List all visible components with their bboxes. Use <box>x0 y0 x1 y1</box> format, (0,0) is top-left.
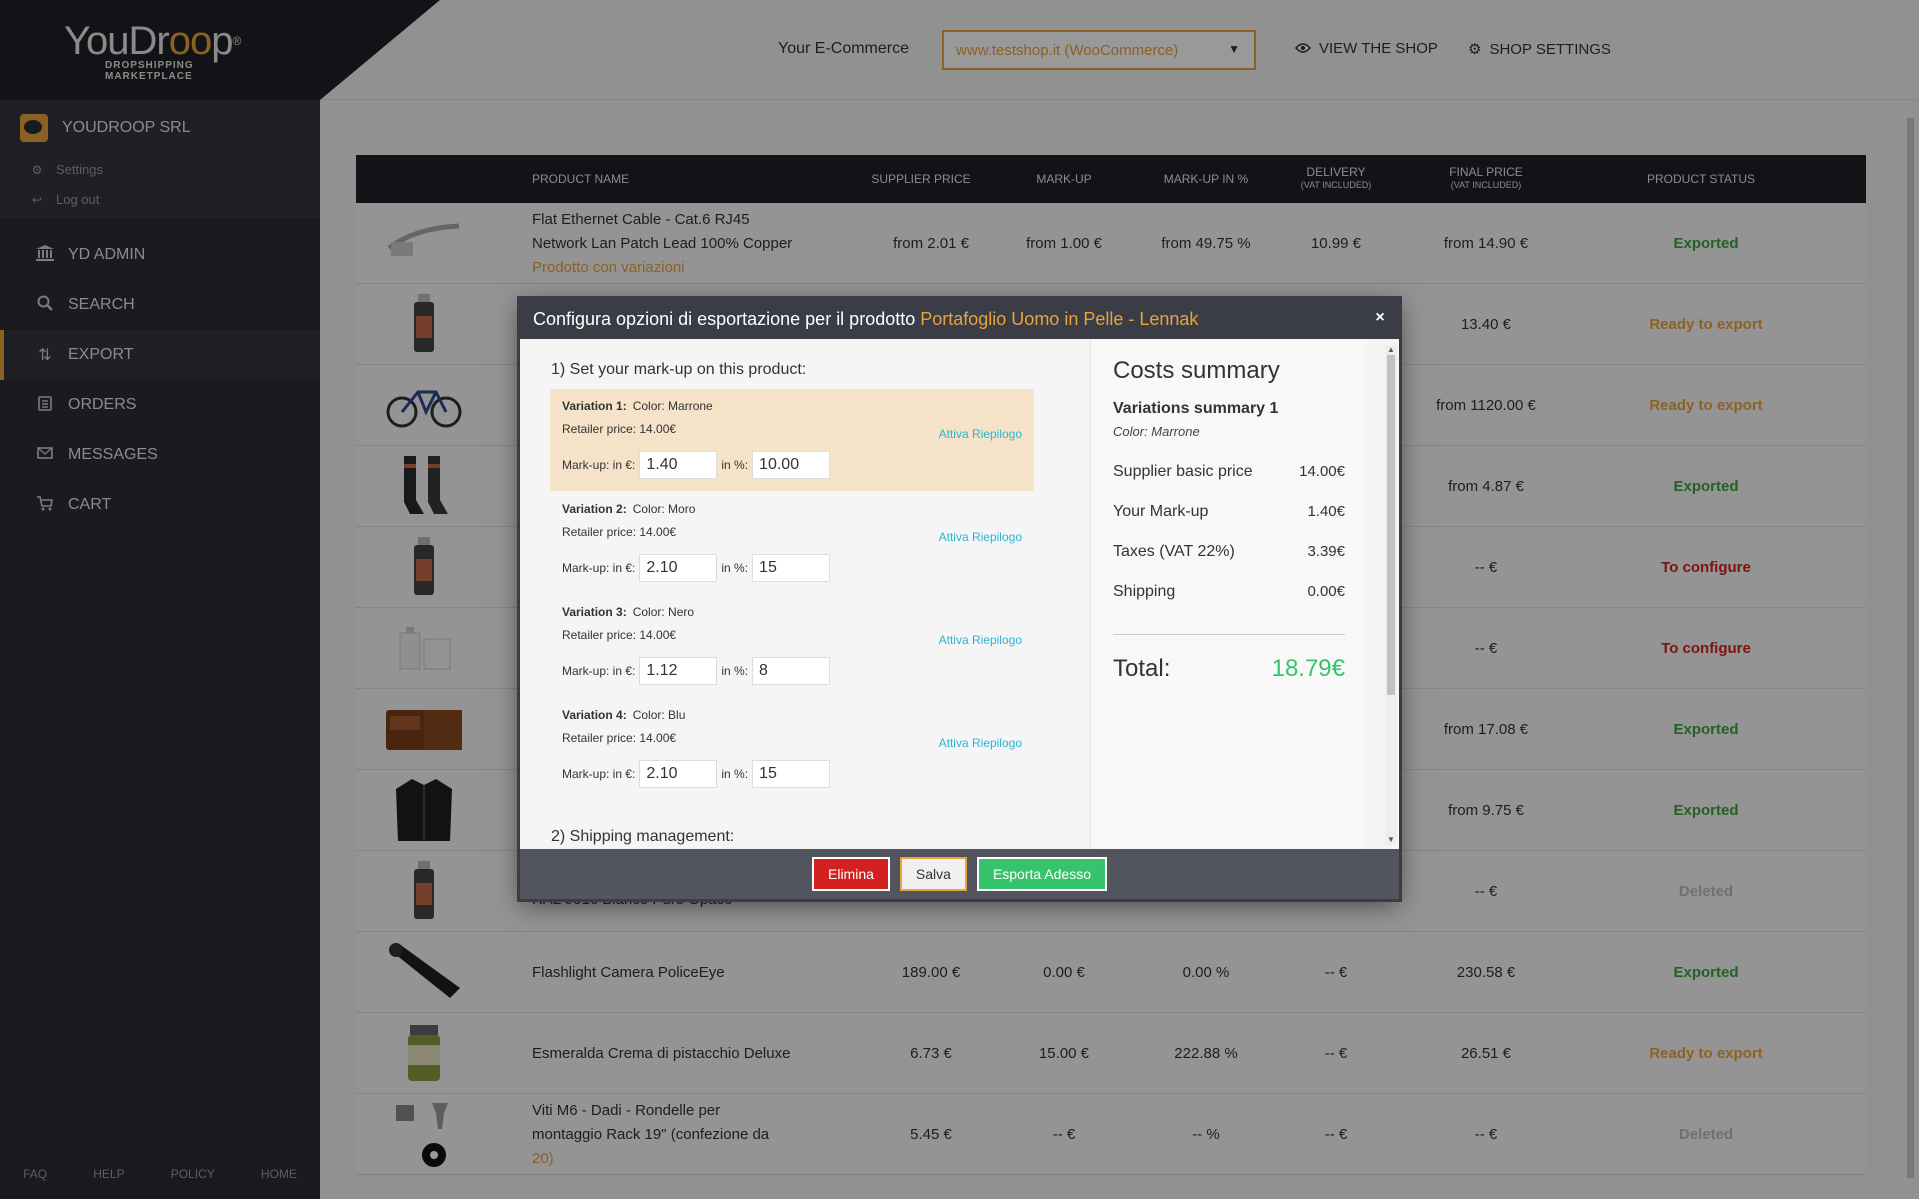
activate-summary-link[interactable]: Attiva Riepilogo <box>939 633 1022 647</box>
modal-footer: Elimina Salva Esporta Adesso <box>520 849 1399 899</box>
variation-block: Variation 3: Color: Nero Retailer price: 1… <box>550 595 1034 697</box>
summary-subtitle: Variations summary 1 <box>1113 400 1279 417</box>
modal-product-name: Portafoglio Uomo in Pelle - Lennak <box>920 308 1199 329</box>
section-markup-title: 1) Set your mark-up on this product: <box>551 361 807 378</box>
variation-title: Variation 4: Color: Blu <box>562 708 686 722</box>
markup-pct-label: in %: <box>721 458 749 472</box>
markup-input-row: Mark-up: in €: 2.10 in %: 15 <box>562 554 831 582</box>
scroll-down-icon[interactable]: ▼ <box>1385 835 1397 845</box>
scroll-thumb[interactable] <box>1387 355 1395 695</box>
variation-title: Variation 2: Color: Moro <box>562 502 696 516</box>
close-icon[interactable]: × <box>1371 309 1389 327</box>
export-options-modal: Configura opzioni di esportazione per il… <box>520 299 1399 899</box>
variation-title: Variation 1: Color: Marrone <box>562 399 713 413</box>
markup-pct-label: in %: <box>721 664 749 678</box>
markup-eur-label: Mark-up: in €: <box>562 664 636 678</box>
section-shipping-title: 2) Shipping management: <box>551 828 735 845</box>
markup-pct-input[interactable]: 8 <box>752 657 831 685</box>
scroll-up-icon[interactable]: ▲ <box>1385 345 1397 355</box>
variation-block: Variation 2: Color: Moro Retailer price: 1… <box>550 492 1034 594</box>
variation-block: Variation 1: Color: Marrone Retailer price… <box>550 389 1034 491</box>
markup-input-row: Mark-up: in €: 1.40 in %: 10.00 <box>562 451 831 479</box>
export-now-button[interactable]: Esporta Adesso <box>976 857 1107 891</box>
markup-pct-label: in %: <box>721 561 749 575</box>
delete-button[interactable]: Elimina <box>812 857 890 891</box>
markup-eur-label: Mark-up: in €: <box>562 767 636 781</box>
summary-line: Your Mark-up 1.40€ <box>1113 503 1345 520</box>
summary-color: Color: Marrone <box>1113 424 1200 439</box>
markup-eur-input[interactable]: 1.40 <box>639 451 718 479</box>
markup-eur-input[interactable]: 1.12 <box>639 657 718 685</box>
summary-line: Shipping 0.00€ <box>1113 583 1345 600</box>
summary-total: Total: 18.79€ <box>1113 655 1345 682</box>
summary-line: Supplier basic price 14.00€ <box>1113 463 1345 480</box>
modal-body: 1) Set your mark-up on this product: Var… <box>520 339 1399 849</box>
markup-eur-label: Mark-up: in €: <box>562 561 636 575</box>
markup-input-row: Mark-up: in €: 2.10 in %: 15 <box>562 760 831 788</box>
activate-summary-link[interactable]: Attiva Riepilogo <box>939 427 1022 441</box>
save-button[interactable]: Salva <box>899 857 967 891</box>
costs-summary-panel: Costs summary Variations summary 1 Color… <box>1090 339 1366 849</box>
markup-pct-input[interactable]: 15 <box>752 554 831 582</box>
modal-title: Configura opzioni di esportazione per il… <box>533 308 916 329</box>
markup-pct-input[interactable]: 10.00 <box>752 451 831 479</box>
markup-pct-label: in %: <box>721 767 749 781</box>
variation-title: Variation 3: Color: Nero <box>562 605 695 619</box>
activate-summary-link[interactable]: Attiva Riepilogo <box>939 530 1022 544</box>
markup-eur-label: Mark-up: in €: <box>562 458 636 472</box>
markup-eur-input[interactable]: 2.10 <box>639 760 718 788</box>
modal-header: Configura opzioni di esportazione per il… <box>520 299 1399 339</box>
variation-block: Variation 4: Color: Blu Retailer price: 14… <box>550 698 1034 800</box>
markup-pct-input[interactable]: 15 <box>752 760 831 788</box>
summary-line: Taxes (VAT 22%) 3.39€ <box>1113 543 1345 560</box>
summary-title: Costs summary <box>1113 357 1280 384</box>
markup-eur-input[interactable]: 2.10 <box>639 554 718 582</box>
markup-input-row: Mark-up: in €: 1.12 in %: 8 <box>562 657 831 685</box>
modal-scrollbar[interactable]: ▲ ▼ <box>1385 345 1397 845</box>
activate-summary-link[interactable]: Attiva Riepilogo <box>939 736 1022 750</box>
summary-divider <box>1113 634 1345 635</box>
